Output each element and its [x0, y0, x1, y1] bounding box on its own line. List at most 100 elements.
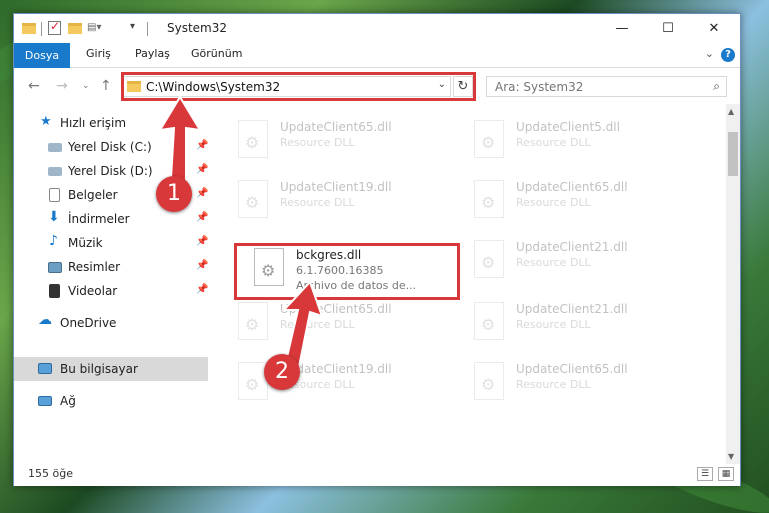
window-title: System32	[167, 21, 228, 35]
pin-icon[interactable]: 📌	[196, 236, 208, 247]
file-description: Resource DLL	[516, 256, 591, 269]
sidebar-item-network[interactable]: Ağ	[14, 389, 208, 413]
drive-icon	[48, 167, 62, 176]
item-count: 155 öğe	[28, 467, 73, 480]
dll-file-icon	[238, 120, 268, 158]
details-view-icon[interactable]: ☰	[697, 467, 713, 481]
sidebar-item-label: Bu bilgisayar	[60, 362, 138, 376]
dll-file-icon	[474, 180, 504, 218]
forward-icon[interactable]: →	[56, 78, 68, 94]
film-icon	[49, 284, 60, 298]
sidebar-item-label: Ağ	[60, 394, 76, 408]
expand-ribbon-icon[interactable]: ⌄	[705, 47, 714, 60]
file-description: Resource DLL	[516, 196, 591, 209]
file-item[interactable]: UpdateClient65.dll Resource DLL	[234, 114, 454, 164]
file-item[interactable]: UpdateClient19.dll Resource DLL	[234, 174, 454, 224]
tab-file[interactable]: Dosya	[14, 43, 70, 68]
file-item[interactable]: UpdateClient5.dll Resource DLL	[470, 114, 690, 164]
sidebar-item-label: Videolar	[68, 284, 118, 298]
sidebar-item-label: Yerel Disk (C:)	[68, 140, 152, 154]
tab-home[interactable]: Giriş	[86, 47, 111, 60]
file-name: UpdateClient19.dll	[280, 180, 392, 194]
sidebar-item-label: Yerel Disk (D:)	[68, 164, 153, 178]
file-name: UpdateClient21.dll	[516, 240, 628, 254]
sidebar-item-onedrive[interactable]: ☁ OneDrive	[14, 311, 208, 335]
dll-file-icon	[474, 362, 504, 400]
file-description: Resource DLL	[516, 136, 591, 149]
file-name: UpdateClient21.dll	[516, 302, 628, 316]
dll-file-icon	[238, 180, 268, 218]
title-bar: ▤▾ ▾ System32 — ☐ ✕	[14, 14, 740, 43]
network-icon	[38, 396, 52, 406]
properties-icon[interactable]	[48, 19, 61, 35]
dll-file-icon	[474, 302, 504, 340]
large-icons-view-icon[interactable]: ▦	[718, 467, 734, 481]
close-button[interactable]: ✕	[691, 14, 737, 43]
file-description: Resource DLL	[516, 378, 591, 391]
dll-file-icon	[238, 302, 268, 340]
recent-locations-icon[interactable]: ⌄	[82, 81, 90, 91]
file-name: UpdateClient5.dll	[516, 120, 620, 134]
sidebar-item-videos[interactable]: Videolar 📌	[14, 279, 208, 303]
vertical-scrollbar[interactable]: ▲ ▼	[726, 104, 740, 464]
help-button[interactable]: ?	[721, 48, 735, 62]
search-box[interactable]: ⌕	[486, 76, 727, 97]
tab-view[interactable]: Görünüm	[191, 47, 242, 60]
cloud-icon: ☁	[38, 312, 52, 328]
sidebar-item-pictures[interactable]: Resimler 📌	[14, 255, 208, 279]
music-note-icon: ♪	[49, 233, 58, 249]
document-icon	[49, 188, 60, 202]
quick-access-dropdown-icon[interactable]: ▾	[130, 21, 135, 37]
sidebar-item-label: Belgeler	[68, 188, 118, 202]
drive-icon	[48, 143, 62, 152]
file-name: UpdateClient65.dll	[516, 180, 628, 194]
minimize-button[interactable]: —	[599, 14, 645, 43]
scroll-up-icon[interactable]: ▲	[728, 107, 734, 116]
sidebar-item-label: Resimler	[68, 260, 121, 274]
customize-toolbar-icon[interactable]: ▤▾	[87, 22, 101, 38]
ribbon-tabs: Dosya Giriş Paylaş Görünüm ⌄ ?	[14, 43, 740, 68]
pin-icon[interactable]: 📌	[196, 260, 208, 271]
download-arrow-icon: ⬇	[48, 209, 60, 225]
file-name: UpdateClient65.dll	[516, 362, 628, 376]
sidebar-item-label: İndirmeler	[68, 212, 130, 226]
sidebar-item-label: Müzik	[68, 236, 103, 250]
back-icon[interactable]: ←	[28, 78, 40, 94]
file-item[interactable]: UpdateClient65.dll Resource DLL	[470, 174, 690, 224]
status-bar: 155 öğe ☰ ▦	[14, 464, 740, 486]
maximize-button[interactable]: ☐	[645, 14, 691, 43]
step-badge-1: 1	[156, 176, 192, 212]
file-item[interactable]: UpdateClient65.dll Resource DLL	[234, 296, 454, 346]
sidebar-item-this-pc[interactable]: Bu bilgisayar	[14, 357, 208, 381]
highlight-box-file	[234, 243, 460, 300]
folder-icon	[22, 23, 36, 34]
file-item[interactable]: UpdateClient65.dll Resource DLL	[470, 356, 690, 406]
file-description: Resource DLL	[280, 136, 355, 149]
star-icon: ★	[40, 114, 52, 129]
file-name: UpdateClient65.dll	[280, 120, 392, 134]
computer-icon	[38, 363, 52, 374]
file-description: Resource DLL	[516, 318, 591, 331]
file-item[interactable]: UpdateClient21.dll Resource DLL	[470, 234, 690, 284]
pin-icon[interactable]: 📌	[196, 212, 208, 223]
scroll-down-icon[interactable]: ▼	[728, 452, 734, 461]
file-item[interactable]: UpdateClient21.dll Resource DLL	[470, 296, 690, 346]
scroll-thumb[interactable]	[728, 132, 738, 176]
search-input[interactable]	[487, 77, 697, 96]
sidebar-item-label: Hızlı erişim	[60, 116, 127, 130]
address-row: ← → ⌄ ↑ C:\Windows\System32 ⌄ ↻ ⌕	[14, 68, 740, 104]
step-badge-2: 2	[264, 354, 300, 390]
divider	[41, 22, 42, 36]
dll-file-icon	[474, 240, 504, 278]
picture-icon	[48, 262, 62, 273]
search-icon[interactable]: ⌕	[713, 79, 720, 94]
file-description: Resource DLL	[280, 196, 355, 209]
divider	[147, 22, 148, 36]
sidebar-item-label: OneDrive	[60, 316, 117, 330]
sidebar-item-music[interactable]: ♪ Müzik 📌	[14, 231, 208, 255]
pin-icon[interactable]: 📌	[196, 284, 208, 295]
new-folder-icon[interactable]	[68, 23, 82, 34]
tab-share[interactable]: Paylaş	[135, 47, 170, 60]
dll-file-icon	[474, 120, 504, 158]
up-icon[interactable]: ↑	[100, 78, 112, 94]
